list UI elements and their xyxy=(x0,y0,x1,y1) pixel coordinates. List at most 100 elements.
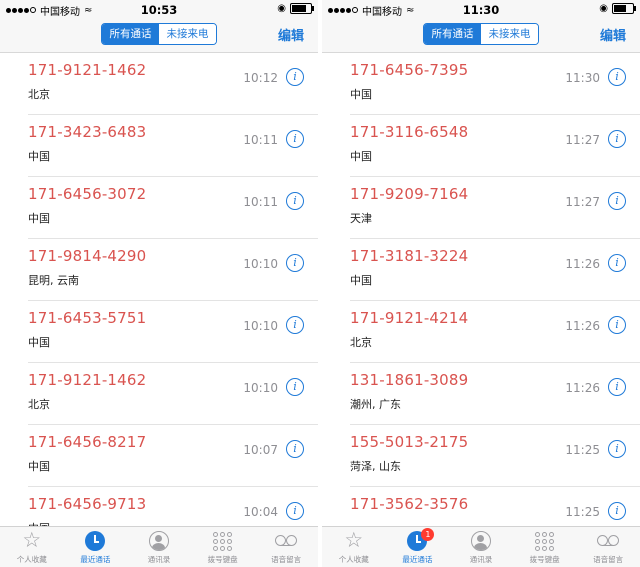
info-icon[interactable]: i xyxy=(608,316,626,334)
call-row[interactable]: 171-9121-1462 北京 10:12 i xyxy=(28,53,318,115)
call-time: 11:27 xyxy=(565,133,600,147)
info-icon[interactable]: i xyxy=(608,254,626,272)
segment-missed-calls[interactable]: 未接来电 xyxy=(481,24,538,44)
call-location: 中国 xyxy=(28,212,50,225)
tab-label: 语音留言 xyxy=(593,555,624,564)
call-row[interactable]: 171-6453-5751 中国 10:10 i xyxy=(28,301,318,363)
tab-favorites[interactable]: ☆ 个人收藏 xyxy=(0,527,64,567)
alarm-icon: ◉ xyxy=(599,3,608,14)
call-time: 11:26 xyxy=(565,381,600,395)
call-row[interactable]: 131-1861-3089 潮州, 广东 11:26 i xyxy=(350,363,640,425)
call-location: 北京 xyxy=(350,336,372,349)
voicemail-icon xyxy=(597,535,620,547)
call-row[interactable]: 171-3181-3224 中国 11:26 i xyxy=(350,239,640,301)
segment-all-calls[interactable]: 所有通话 xyxy=(102,24,159,44)
tab-label: 最近通话 xyxy=(80,555,111,564)
call-location: 菏泽, 山东 xyxy=(350,460,401,473)
tab-voicemail[interactable]: 语音留言 xyxy=(254,527,318,567)
info-icon[interactable]: i xyxy=(286,130,304,148)
call-time: 11:30 xyxy=(565,71,600,85)
tab-label: 通讯录 xyxy=(147,555,171,564)
edit-button[interactable]: 编辑 xyxy=(600,25,626,44)
call-number: 171-9121-1462 xyxy=(28,371,147,389)
info-icon[interactable]: i xyxy=(608,68,626,86)
call-row[interactable]: 171-3423-6483 中国 10:11 i xyxy=(28,115,318,177)
tab-label: 个人收藏 xyxy=(338,555,369,564)
recents-list: 171-6456-7395 中国 11:30 i 171-3116-6548 中… xyxy=(322,53,640,527)
call-time: 10:10 xyxy=(243,319,278,333)
tab-voicemail[interactable]: 语音留言 xyxy=(576,527,640,567)
clock-icon xyxy=(85,531,106,551)
call-location: 中国 xyxy=(350,88,372,101)
call-time: 10:11 xyxy=(243,195,278,209)
call-time: 11:25 xyxy=(565,505,600,519)
status-bar: 中国移动 ≈ 11:30 ◉ xyxy=(322,0,640,20)
segment-all-calls[interactable]: 所有通话 xyxy=(424,24,481,44)
tab-label: 拨号键盘 xyxy=(529,555,560,564)
tab-keypad[interactable]: 拨号键盘 xyxy=(513,527,577,567)
voicemail-icon xyxy=(275,535,298,547)
tab-label: 语音留言 xyxy=(271,555,302,564)
call-location: 天津 xyxy=(350,212,372,225)
info-icon[interactable]: i xyxy=(286,440,304,458)
info-icon[interactable]: i xyxy=(286,68,304,86)
info-icon[interactable]: i xyxy=(286,378,304,396)
info-icon[interactable]: i xyxy=(608,502,626,520)
call-number: 131-1861-3089 xyxy=(350,371,469,389)
call-row[interactable]: 171-9121-4214 北京 11:26 i xyxy=(350,301,640,363)
info-icon[interactable]: i xyxy=(608,130,626,148)
tab-favorites[interactable]: ☆ 个人收藏 xyxy=(322,527,386,567)
call-location: 昆明, 云南 xyxy=(28,274,79,287)
nav-bar: 所有通话 未接来电 编辑 xyxy=(322,20,640,53)
tab-bar: ☆ 个人收藏 1 最近通话 通讯录 拨号键盘 语音留言 xyxy=(322,526,640,567)
tab-contacts[interactable]: 通讯录 xyxy=(449,527,513,567)
tab-label: 个人收藏 xyxy=(16,555,47,564)
call-row[interactable]: 171-6456-3072 中国 10:11 i xyxy=(28,177,318,239)
call-time: 10:10 xyxy=(243,257,278,271)
segment-missed-calls[interactable]: 未接来电 xyxy=(159,24,216,44)
phone-screen-right: 中国移动 ≈ 11:30 ◉ 所有通话 未接来电 编辑 171-6456-739… xyxy=(322,0,640,567)
call-location: 中国 xyxy=(350,150,372,163)
call-location: 中国 xyxy=(28,460,50,473)
info-icon[interactable]: i xyxy=(286,316,304,334)
call-location: 中国 xyxy=(28,336,50,349)
call-number: 171-6456-8217 xyxy=(28,433,147,451)
call-time: 10:12 xyxy=(243,71,278,85)
call-number: 171-6456-9713 xyxy=(28,495,147,513)
star-icon: ☆ xyxy=(22,528,42,552)
call-number: 171-6456-3072 xyxy=(28,185,147,203)
info-icon[interactable]: i xyxy=(286,502,304,520)
call-time: 11:26 xyxy=(565,319,600,333)
call-number: 171-3181-3224 xyxy=(350,247,469,265)
call-number: 155-5013-2175 xyxy=(350,433,469,451)
alarm-icon: ◉ xyxy=(277,3,286,14)
info-icon[interactable]: i xyxy=(286,192,304,210)
call-filter-segment: 所有通话 未接来电 xyxy=(101,23,217,45)
call-location: 中国 xyxy=(350,274,372,287)
call-row[interactable]: 171-6456-8217 中国 10:07 i xyxy=(28,425,318,487)
edit-button[interactable]: 编辑 xyxy=(278,25,304,44)
star-icon: ☆ xyxy=(344,528,364,552)
missed-calls-badge: 1 xyxy=(421,528,435,541)
call-number: 171-9814-4290 xyxy=(28,247,147,265)
call-row[interactable]: 171-6456-7395 中国 11:30 i xyxy=(350,53,640,115)
info-icon[interactable]: i xyxy=(286,254,304,272)
call-row[interactable]: 171-9209-7164 天津 11:27 i xyxy=(350,177,640,239)
call-row[interactable]: 171-9814-4290 昆明, 云南 10:10 i xyxy=(28,239,318,301)
tab-keypad[interactable]: 拨号键盘 xyxy=(191,527,255,567)
tab-contacts[interactable]: 通讯录 xyxy=(127,527,191,567)
call-row[interactable]: 171-9121-1462 北京 10:10 i xyxy=(28,363,318,425)
call-time: 10:11 xyxy=(243,133,278,147)
tab-recents[interactable]: 最近通话 xyxy=(64,527,128,567)
call-row[interactable]: 171-6456-9713 中国 10:04 i xyxy=(28,487,318,527)
info-icon[interactable]: i xyxy=(608,378,626,396)
call-row[interactable]: 171-3562-3576 11:25 i xyxy=(350,487,640,527)
call-time: 10:04 xyxy=(243,505,278,519)
call-row[interactable]: 155-5013-2175 菏泽, 山东 11:25 i xyxy=(350,425,640,487)
info-icon[interactable]: i xyxy=(608,440,626,458)
status-time: 10:53 xyxy=(140,3,178,17)
info-icon[interactable]: i xyxy=(608,192,626,210)
tab-recents[interactable]: 1 最近通话 xyxy=(386,527,450,567)
call-number: 171-9209-7164 xyxy=(350,185,469,203)
call-row[interactable]: 171-3116-6548 中国 11:27 i xyxy=(350,115,640,177)
